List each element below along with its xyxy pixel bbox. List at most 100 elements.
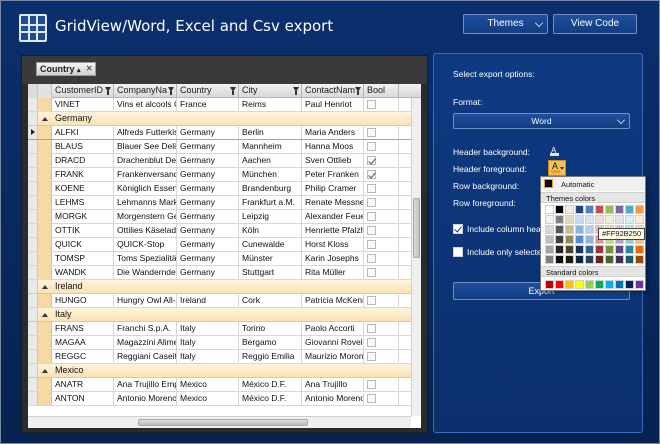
table-cell[interactable]: Italy [177,336,239,349]
table-cell[interactable]: LEHMS [52,196,114,209]
filter-icon[interactable] [355,87,361,95]
table-row[interactable]: HUNGO Hungry Owl All-I Ireland Cork Patricia… [28,294,421,308]
theme-color-swatch[interactable] [575,255,584,264]
theme-color-swatch[interactable] [605,205,614,214]
automatic-color-option[interactable]: Automatic [541,177,645,191]
table-cell[interactable]: Germany [177,182,239,195]
table-row[interactable]: KOENE Königlich Essen Germany Brandenburg Ph… [28,182,421,196]
theme-color-swatch[interactable] [545,235,554,244]
table-cell[interactable]: Münster [239,252,302,265]
table-cell[interactable]: Germany [177,154,239,167]
bool-checkbox[interactable] [367,268,376,277]
format-dropdown[interactable]: Word [453,113,630,129]
bool-checkbox[interactable] [367,198,376,207]
theme-color-swatch[interactable] [615,205,624,214]
horizontal-scrollbar[interactable] [28,416,411,428]
table-cell[interactable]: Sven Ottlieb [302,154,364,167]
table-cell[interactable]: Ana Trujillo [302,378,364,391]
column-header-companyna[interactable]: CompanyNa [114,84,177,98]
theme-color-swatch[interactable] [555,215,564,224]
standard-color-swatch[interactable] [605,280,614,289]
table-cell[interactable]: Stuttgart [239,266,302,279]
table-row[interactable]: ALFKI Alfreds Futterkis Germany Berlin Maria… [28,126,421,140]
table-cell[interactable]: Die Wandernde [114,266,177,279]
theme-color-swatch[interactable] [565,245,574,254]
theme-color-swatch[interactable] [575,205,584,214]
table-cell[interactable] [364,252,399,265]
collapse-group-icon[interactable] [38,308,52,321]
theme-color-swatch[interactable] [575,225,584,234]
table-cell[interactable]: Frankenversand [114,168,177,181]
table-row[interactable]: ANATR Ana Trujillo Emp Mexico México D.F. An… [28,378,421,392]
standard-color-swatch[interactable] [555,280,564,289]
table-cell[interactable]: Reggiani Caseifi [114,350,177,363]
table-cell[interactable]: Hungry Owl All-I [114,294,177,307]
table-cell[interactable]: WANDK [52,266,114,279]
header-foreground-picker[interactable]: A [548,160,566,176]
table-cell[interactable] [364,224,399,237]
table-cell[interactable]: Germany [177,224,239,237]
theme-color-swatch[interactable] [575,245,584,254]
table-cell[interactable] [364,98,399,111]
table-cell[interactable]: QUICK [52,238,114,251]
table-cell[interactable]: Italy [177,350,239,363]
table-cell[interactable] [364,168,399,181]
standard-color-swatch[interactable] [545,280,554,289]
horizontal-scroll-thumb[interactable] [138,419,308,426]
theme-color-swatch[interactable] [615,245,624,254]
table-cell[interactable]: Rita Müller [302,266,364,279]
theme-color-swatch[interactable] [605,245,614,254]
vertical-scroll-thumb[interactable] [413,198,420,258]
bool-checkbox[interactable] [367,240,376,249]
group-row[interactable]: Germany [28,112,421,126]
table-cell[interactable]: Germany [177,126,239,139]
bool-checkbox[interactable] [367,100,376,109]
table-cell[interactable]: Königlich Essen [114,182,177,195]
table-cell[interactable] [364,140,399,153]
table-cell[interactable] [364,196,399,209]
theme-color-swatch[interactable] [585,255,594,264]
table-cell[interactable]: Paolo Accorti [302,322,364,335]
theme-color-swatch[interactable] [545,255,554,264]
theme-color-swatch[interactable] [595,245,604,254]
table-row[interactable]: MORGK Morgenstern Ges Germany Leipzig Alexan… [28,210,421,224]
table-cell[interactable]: München [239,168,302,181]
table-row[interactable]: REGGC Reggiani Caseifi Italy Reggio Emilia M… [28,350,421,364]
theme-color-swatch[interactable] [595,255,604,264]
table-cell[interactable] [364,154,399,167]
theme-color-swatch[interactable] [565,225,574,234]
table-cell[interactable]: Ana Trujillo Emp [114,378,177,391]
bool-checkbox[interactable] [367,394,376,403]
theme-color-swatch[interactable] [555,235,564,244]
standard-color-swatch[interactable] [625,280,634,289]
table-cell[interactable]: Reims [239,98,302,111]
theme-color-swatch[interactable] [545,225,554,234]
theme-color-swatch[interactable] [555,225,564,234]
table-cell[interactable]: Magazzini Alime [114,336,177,349]
table-cell[interactable]: Ottilies Käselade [114,224,177,237]
table-row[interactable]: TOMSP Toms Spezialität Germany Münster Karin… [28,252,421,266]
table-cell[interactable]: Cork [239,294,302,307]
view-code-button[interactable]: View Code [553,14,637,34]
filter-icon[interactable] [293,87,299,95]
table-row[interactable]: VINET Vins et alcools C France Reims Paul He… [28,98,421,112]
table-cell[interactable] [364,126,399,139]
standard-color-swatch[interactable] [565,280,574,289]
table-cell[interactable]: FRANS [52,322,114,335]
standard-color-swatch[interactable] [585,280,594,289]
table-cell[interactable]: Aachen [239,154,302,167]
group-row[interactable]: Ireland [28,280,421,294]
theme-color-swatch[interactable] [565,205,574,214]
group-chip-country[interactable]: Country ▴ ✕ [36,62,96,76]
bool-checkbox[interactable] [367,338,376,347]
table-row[interactable]: LEHMS Lehmanns Markt Germany Frankfurt a.M.… [28,196,421,210]
table-cell[interactable]: ANATR [52,378,114,391]
theme-color-swatch[interactable] [605,215,614,224]
table-row[interactable]: QUICK QUICK-Stop Germany Cunewalde Horst Klo… [28,238,421,252]
table-cell[interactable]: Vins et alcools C [114,98,177,111]
table-cell[interactable]: Germany [177,168,239,181]
bool-checkbox[interactable] [367,170,376,179]
theme-color-swatch[interactable] [625,205,634,214]
theme-color-swatch[interactable] [565,235,574,244]
table-cell[interactable]: Alfreds Futterkis [114,126,177,139]
